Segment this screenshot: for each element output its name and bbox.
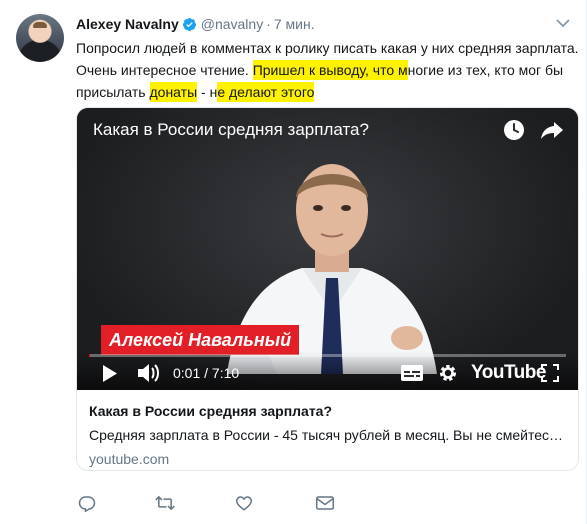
envelope-icon[interactable] xyxy=(314,492,336,514)
card-title[interactable]: Какая в России средняя зарплата? xyxy=(89,402,566,420)
tweet[interactable]: Alexey Navalny @navalny · 7 мин. Попроси… xyxy=(0,0,587,524)
author-handle[interactable]: @navalny xyxy=(201,16,263,32)
play-icon[interactable] xyxy=(99,361,121,385)
card-domain[interactable]: youtube.com xyxy=(89,450,566,468)
chevron-down-icon[interactable] xyxy=(554,14,572,32)
video-progress-bar[interactable] xyxy=(89,354,566,357)
retweet-icon[interactable] xyxy=(154,492,176,514)
video-time: 0:01 / 7:10 xyxy=(173,365,240,381)
highlighted-text: е делают этого xyxy=(217,82,315,102)
highlighted-text: донаты xyxy=(149,82,198,102)
video-player[interactable]: Какая в России средняя зарплата? Алексей… xyxy=(77,108,578,390)
tweet-text-part: - н xyxy=(197,84,218,100)
verified-badge-icon xyxy=(182,17,196,31)
reply-icon[interactable] xyxy=(76,492,98,514)
tweet-text: Попросил людей в комментах к ролику писа… xyxy=(76,37,580,103)
name-caption: Алексей Навальный xyxy=(101,325,300,355)
tweet-header: Alexey Navalny @navalny · 7 мин. xyxy=(76,15,315,33)
fullscreen-icon[interactable] xyxy=(539,361,561,385)
card-description: Средняя зарплата в России - 45 тысяч руб… xyxy=(89,427,564,443)
highlighted-text: Пришел к выводу, что м xyxy=(252,60,408,80)
separator-dot: · xyxy=(266,16,271,32)
watch-later-icon[interactable] xyxy=(502,118,526,142)
tweet-actions xyxy=(76,492,376,514)
tweet-timestamp[interactable]: 7 мин. xyxy=(274,16,315,32)
card-info[interactable]: Какая в России средняя зарплата? Средняя… xyxy=(77,390,578,470)
author-name[interactable]: Alexey Navalny xyxy=(76,16,179,32)
heart-icon[interactable] xyxy=(233,492,255,514)
settings-icon[interactable] xyxy=(436,361,460,385)
video-title[interactable]: Какая в России средняя зарплата? xyxy=(93,120,369,140)
share-icon[interactable] xyxy=(539,118,565,142)
youtube-logo[interactable]: YouTube xyxy=(471,361,546,385)
link-card[interactable]: Какая в России средняя зарплата? Алексей… xyxy=(76,107,579,471)
subtitles-icon[interactable] xyxy=(400,361,424,385)
avatar[interactable] xyxy=(16,14,64,62)
volume-icon[interactable] xyxy=(137,361,163,385)
video-progress-fill xyxy=(89,354,91,357)
